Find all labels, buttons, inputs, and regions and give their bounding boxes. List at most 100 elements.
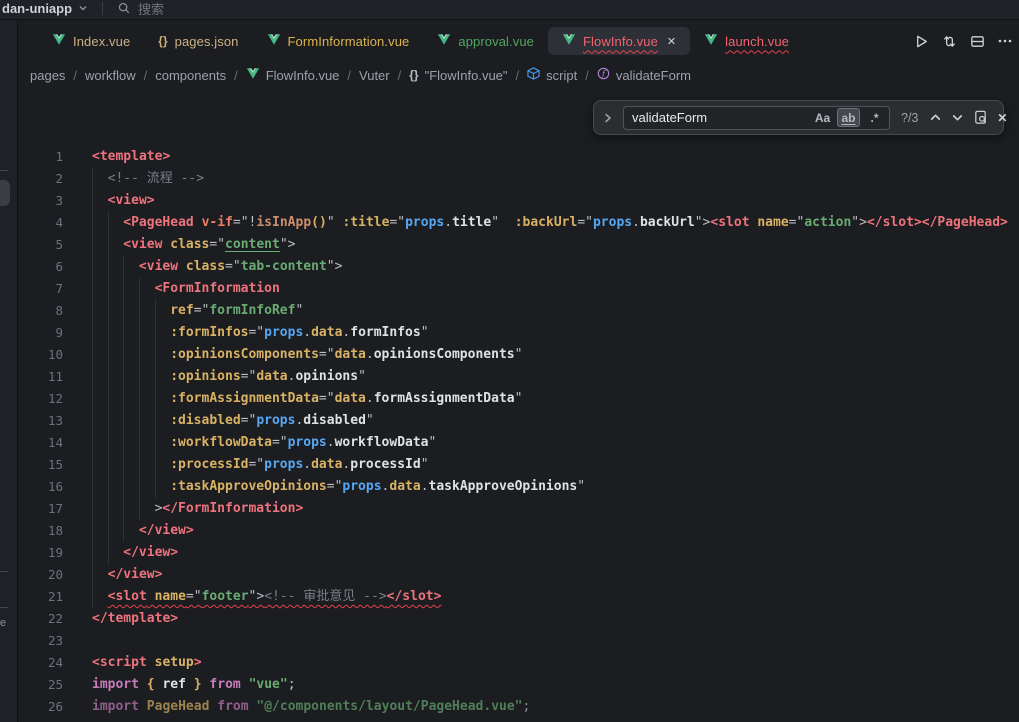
code-line[interactable]: 25 import { ref } from "vue"; [18,674,1019,696]
code-line[interactable]: 18 </view> [18,520,1019,542]
code-line[interactable]: 4 <PageHead v-if="!isInApp()" :title="pro… [18,212,1019,234]
code-line[interactable]: 11 :opinions="data.opinions" [18,366,1019,388]
line-number[interactable]: 10 [18,344,63,366]
code-text[interactable]: :opinionsComponents="data.opinionsCompon… [92,344,522,366]
toolwindow-icon-fragment[interactable] [0,607,8,608]
code-text[interactable]: :formAssignmentData="data.formAssignment… [92,388,522,410]
line-number[interactable]: 19 [18,542,63,564]
code-line[interactable]: 8 ref="formInfoRef" [18,300,1019,322]
code-text[interactable]: </view> [92,520,194,542]
line-number[interactable]: 26 [18,696,63,718]
line-number[interactable]: 5 [18,234,63,256]
code-line[interactable]: 12 :formAssignmentData="data.formAssignme… [18,388,1019,410]
code-text[interactable]: </template> [92,608,178,630]
previous-match-icon[interactable] [929,111,942,124]
line-number[interactable]: 3 [18,190,63,212]
line-number[interactable]: 8 [18,300,63,322]
code-line[interactable]: 14 :workflowData="props.workflowData" [18,432,1019,454]
tab-launch-vue[interactable]: launch.vue [690,27,803,55]
line-number[interactable]: 17 [18,498,63,520]
line-number[interactable]: 22 [18,608,63,630]
breadcrumb-item-flowinfovue[interactable]: {}"FlowInfo.vue" [409,68,507,83]
tab-forminformation-vue[interactable]: FormInformation.vue [253,27,424,55]
code-line[interactable]: 1 <template> [18,146,1019,168]
find-input[interactable] [632,110,808,125]
code-text[interactable]: <view class="tab-content"> [92,256,342,278]
code-line[interactable]: 2<!-- 流程 --> [18,168,1019,190]
code-text[interactable]: <view> [92,190,155,212]
code-text[interactable]: import PageHead from "@/components/layou… [92,696,530,718]
code-text[interactable]: <!-- 流程 --> [92,168,204,190]
line-number[interactable]: 6 [18,256,63,278]
code-text[interactable]: <slot name="footer"><!-- 审批意见 --></slot> [92,586,441,608]
code-text[interactable]: <template> [92,146,170,168]
tab-close-icon[interactable]: ✕ [667,35,676,48]
code-line[interactable]: 26 import PageHead from "@/components/lay… [18,696,1019,718]
close-find-icon[interactable]: ✕ [997,111,1007,125]
code-line[interactable]: 16 :taskApproveOpinions="props.data.taskA… [18,476,1019,498]
code-line[interactable]: 22 </template> [18,608,1019,630]
toggle-replace-icon[interactable] [602,112,614,124]
code-text[interactable]: :processId="props.data.processId" [92,454,429,476]
code-line[interactable]: 19 </view> [18,542,1019,564]
code-text[interactable]: <script setup> [92,652,202,674]
code-line[interactable]: 23 [18,630,1019,652]
code-text[interactable]: ref="formInfoRef" [92,300,303,322]
breadcrumb-item-workflow[interactable]: workflow [85,68,136,83]
toolwindow-selected-icon[interactable] [0,180,10,206]
breadcrumb-item-script[interactable]: script [527,67,577,83]
breadcrumb-item-pages[interactable]: pages [30,68,65,83]
run-icon[interactable] [913,33,930,50]
code-line[interactable]: 20 </view> [18,564,1019,586]
line-number[interactable]: 18 [18,520,63,542]
code-line[interactable]: 24<script setup> [18,652,1019,674]
toolwindow-icon-fragment[interactable] [0,170,8,171]
line-number[interactable]: 15 [18,454,63,476]
breadcrumb-item-vuter[interactable]: Vuter [359,68,390,83]
line-number[interactable]: 20 [18,564,63,586]
code-text[interactable]: ></FormInformation> [92,498,303,520]
tab-approval-vue[interactable]: approval.vue [423,27,548,55]
code-text[interactable]: :taskApproveOpinions="props.data.taskApp… [92,476,585,498]
line-number[interactable]: 25 [18,674,63,696]
code-line[interactable]: 5 <view class="content"> [18,234,1019,256]
code-line[interactable]: 9:formInfos="props.data.formInfos" [18,322,1019,344]
regex-button[interactable]: .* [863,108,886,127]
project-selector[interactable]: dan-uniapp [2,1,88,16]
breadcrumb-item-validateform[interactable]: fvalidateForm [597,67,691,83]
code-text[interactable]: import { ref } from "vue"; [92,674,296,696]
line-number[interactable]: 13 [18,410,63,432]
split-editor-icon[interactable] [969,33,986,50]
code-text[interactable]: :opinions="data.opinions" [92,366,366,388]
vcs-update-icon[interactable] [941,33,958,50]
line-number[interactable]: 12 [18,388,63,410]
code-text[interactable]: <view class="content"> [92,234,296,256]
code-line[interactable]: 7<FormInformation [18,278,1019,300]
code-text[interactable]: :workflowData="props.workflowData" [92,432,436,454]
tab-flowinfo-vue[interactable]: FlowInfo.vue✕ [548,27,690,55]
toolwindow-icon-fragment[interactable] [0,571,8,572]
line-number[interactable]: 23 [18,630,63,652]
more-icon[interactable] [997,33,1013,49]
next-match-icon[interactable] [951,111,964,124]
open-in-find-tool-icon[interactable] [973,110,988,125]
tab-pages-json[interactable]: {}pages.json [144,28,252,55]
words-button[interactable]: ab [837,108,860,127]
code-text[interactable]: :formInfos="props.data.formInfos" [92,322,429,344]
line-number[interactable]: 16 [18,476,63,498]
code-line[interactable]: 3 <view> [18,190,1019,212]
code-text[interactable]: </view> [92,564,162,586]
line-number[interactable]: 1 [18,146,63,168]
code-text[interactable]: <FormInformation [92,278,280,300]
global-search[interactable]: 搜索 [117,0,164,18]
code-text[interactable]: <PageHead v-if="!isInApp()" :title="prop… [92,212,1008,234]
match-case-button[interactable]: Aa [811,108,834,127]
line-number[interactable]: 14 [18,432,63,454]
code-line[interactable]: 10 :opinionsComponents="data.opinionsComp… [18,344,1019,366]
line-number[interactable]: 11 [18,366,63,388]
tab-index-vue[interactable]: Index.vue [38,27,144,55]
code-line[interactable]: 21<slot name="footer"><!-- 审批意见 --></slo… [18,586,1019,608]
code-text[interactable]: </view> [92,542,178,564]
code-text[interactable]: :disabled="props.disabled" [92,410,374,432]
line-number[interactable]: 4 [18,212,63,234]
